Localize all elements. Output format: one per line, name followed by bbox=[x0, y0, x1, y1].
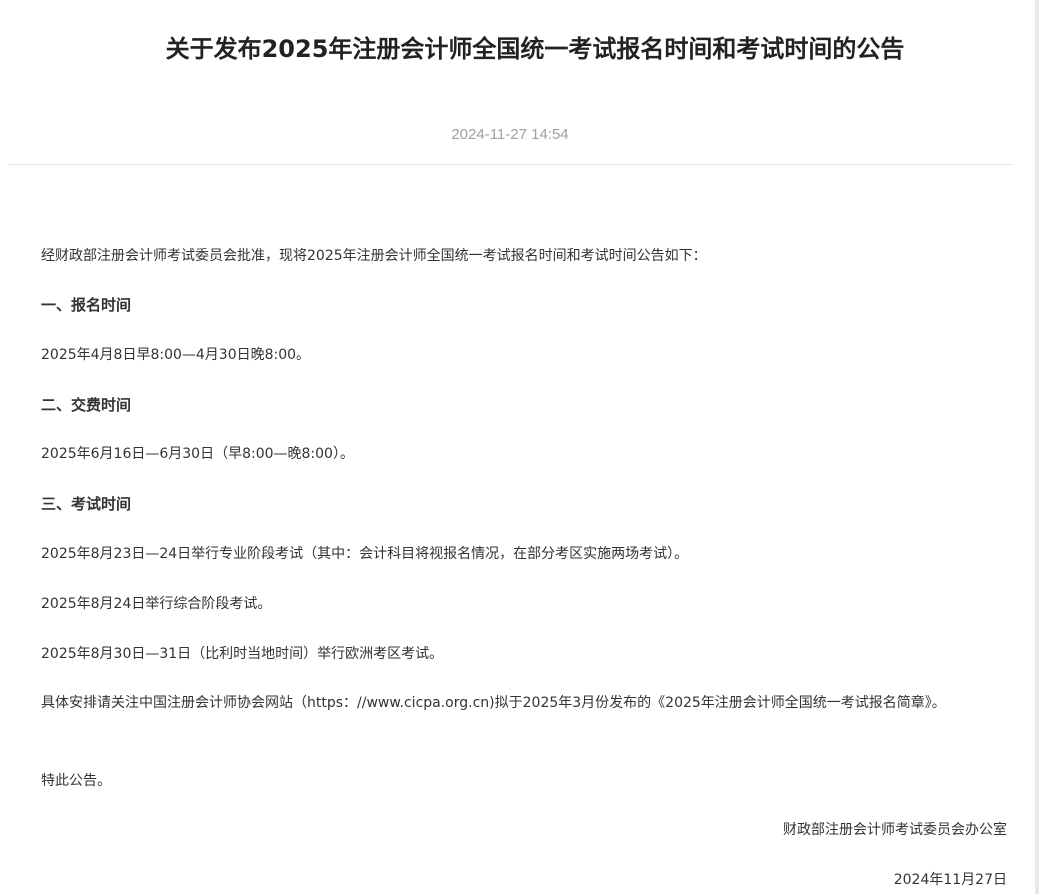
section-heading-registration: 一、报名时间 bbox=[41, 296, 132, 314]
closing-text: 特此公告。 bbox=[41, 773, 111, 789]
exam-time-europe: 2025年8月30日—31日（比利时当地时间）举行欧洲考区考试。 bbox=[41, 646, 444, 662]
section-heading-payment: 二、交费时间 bbox=[41, 396, 132, 414]
intro-paragraph: 经财政部注册会计师考试委员会批准，现将2025年注册会计师全国统一考试报名时间和… bbox=[41, 248, 707, 264]
exam-time-comprehensive: 2025年8月24日举行综合阶段考试。 bbox=[41, 596, 272, 612]
issuer-signature: 财政部注册会计师考试委员会办公室 bbox=[783, 822, 1007, 838]
publish-date: 2024-11-27 14:54 bbox=[451, 126, 569, 143]
payment-time-text: 2025年6月16日—6月30日（早8:00—晚8:00）。 bbox=[41, 446, 354, 462]
issue-date: 2024年11月27日 bbox=[893, 872, 1007, 888]
page-right-edge bbox=[1035, 0, 1039, 894]
title-divider bbox=[8, 164, 1013, 165]
article-title: 关于发布2025年注册会计师全国统一考试报名时间和考试时间的公告 bbox=[165, 35, 905, 63]
registration-time-text: 2025年4月8日早8:00—4月30日晚8:00。 bbox=[41, 347, 311, 363]
section-heading-exam: 三、考试时间 bbox=[41, 495, 132, 513]
arrangement-paragraph: 具体安排请关注中国注册会计师协会网站（https：//www.cicpa.org… bbox=[41, 695, 946, 711]
exam-time-professional: 2025年8月23日—24日举行专业阶段考试（其中：会计科目将视报名情况，在部分… bbox=[41, 546, 689, 562]
